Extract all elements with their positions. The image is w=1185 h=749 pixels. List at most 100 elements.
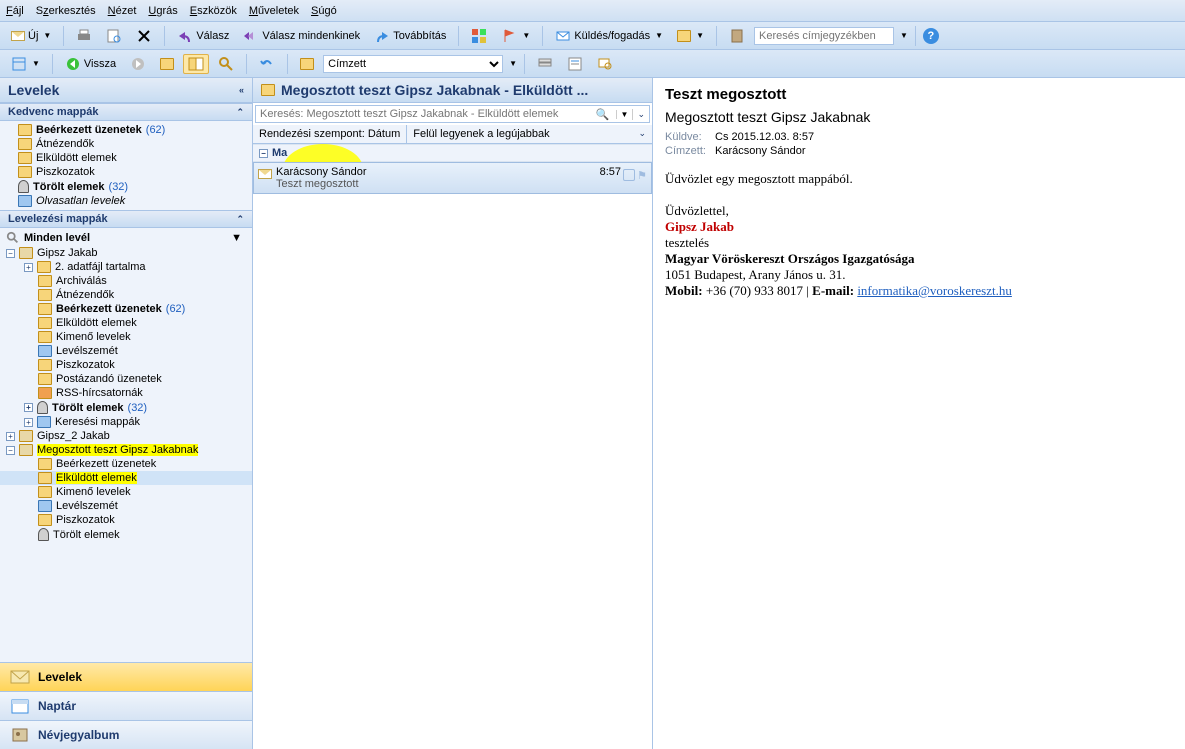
tree-review[interactable]: Átnézendők [0,288,252,302]
reading-sent: Küldve:Cs 2015.12.03. 8:57 [665,131,1173,143]
folder-tree: Minden levél▼ −Gipsz Jakab +2. adatfájl … [0,228,252,662]
message-time: 8:57 [600,166,621,178]
tree-root-gipsz[interactable]: −Gipsz Jakab [0,246,252,260]
fav-sent[interactable]: Elküldött elemek [0,151,252,165]
help-icon[interactable]: ? [923,28,939,44]
search-icon[interactable]: 🔍 [592,108,614,121]
reply-all-button[interactable]: Válasz mindenkinek [238,26,365,46]
back-button[interactable]: Vissza [60,54,121,74]
views-button[interactable]: ▼ [6,54,45,74]
shared-drafts[interactable]: Piszkozatok [0,513,252,527]
mail-icon [258,169,272,179]
tree-datafile[interactable]: +2. adatfájl tartalma [0,260,252,274]
collapse-icon[interactable]: « [239,85,244,95]
tree-inbox[interactable]: Beérkezett üzenetek (62) [0,302,252,316]
search-bar: 🔍 ▼ ⌄ [255,105,650,123]
tree-outbox[interactable]: Kimenő levelek [0,330,252,344]
fav-deleted[interactable]: Törölt elemek (32) [0,179,252,194]
message-body: Üdvözlet egy megosztott mappából. Üdvözl… [665,171,1173,299]
search-button[interactable] [592,54,618,74]
fav-review[interactable]: Átnézendők [0,137,252,151]
delete-button[interactable] [131,26,157,46]
up-button[interactable] [155,56,179,72]
main-toolbar: Új▼ Válasz Válasz mindenkinek Továbbítás… [0,22,1185,50]
tree-drafts[interactable]: Piszkozatok [0,358,252,372]
folder-up-icon [160,58,174,70]
navigation-pane: Levelek« Kedvenc mappák⌃ Beérkezett üzen… [0,78,253,749]
tree-search[interactable]: +Keresési mappák [0,415,252,429]
addressbook-search-input[interactable] [754,27,894,45]
tree-root-shared[interactable]: −Megosztott teszt Gipsz Jakabnak [0,443,252,457]
fav-drafts[interactable]: Piszkozatok [0,165,252,179]
print-preview-button[interactable] [101,26,127,46]
menu-actions[interactable]: Műveletek [249,5,299,17]
sort-by[interactable]: Rendezési szempont: Dátum [253,125,407,143]
menu-bar: Fájl Szerkesztés Nézet Ugrás Eszközök Mű… [0,0,1185,22]
message-row[interactable]: Karácsony Sándor Teszt megosztott 8:57 ⚑ [253,162,652,194]
menu-edit[interactable]: Szerkesztés [36,5,96,17]
sort-bar: Rendezési szempont: Dátum Felül legyenek… [253,125,652,144]
nav-mail[interactable]: Levelek [0,662,252,691]
fav-inbox[interactable]: Beérkezett üzenetek (62) [0,123,252,137]
flag-icon[interactable]: ⚑ [637,169,647,182]
find-button[interactable] [213,54,239,74]
forward-nav-button[interactable] [125,54,151,74]
menu-go[interactable]: Ugrás [148,5,177,17]
tree-root-gipsz2[interactable]: +Gipsz_2 Jakab [0,429,252,443]
favorites-list: Beérkezett üzenetek (62) Átnézendők Elkü… [0,121,252,210]
send-receive-button[interactable]: Küldés/fogadás▼ [550,26,668,46]
fav-unread[interactable]: Olvasatlan levelek [0,194,252,208]
shared-inbox[interactable]: Beérkezett üzenetek [0,457,252,471]
mailfolders-header[interactable]: Levelezési mappák⌃ [0,210,252,228]
move-button[interactable]: ▼ [672,28,709,44]
group-button[interactable] [532,54,558,74]
reading-recipient: Címzett:Karácsony Sándor [665,145,1173,157]
undo-button[interactable] [254,54,280,74]
nav-contacts[interactable]: Névjegyalbum [0,720,252,749]
shared-deleted[interactable]: Törölt elemek [0,527,252,542]
reading-to: Megosztott teszt Gipsz Jakabnak [665,109,1173,125]
reading-pane-button[interactable] [183,54,209,74]
shared-junk[interactable]: Levélszemét [0,499,252,513]
folder-title: Megosztott teszt Gipsz Jakabnak - Elküld… [253,78,652,103]
tree-sent[interactable]: Elküldött elemek [0,316,252,330]
print-button[interactable] [71,26,97,46]
tree-junk[interactable]: Levélszemét [0,344,252,358]
sort-order[interactable]: Felül legyenek a legújabbak⌄ [407,125,652,143]
search-options[interactable]: ▼ [616,110,633,119]
message-from: Karácsony Sándor [276,166,645,178]
mail-icon [11,31,25,41]
addressbook-button[interactable] [724,26,750,46]
autopreview-button[interactable] [562,54,588,74]
tree-tosend[interactable]: Postázandó üzenetek [0,372,252,386]
shared-outbox[interactable]: Kimenő levelek [0,485,252,499]
shared-sent[interactable]: Elküldött elemek [0,471,252,485]
all-mail-row[interactable]: Minden levél▼ [0,230,252,246]
menu-view[interactable]: Nézet [108,5,137,17]
menu-help[interactable]: Súgó [311,5,337,17]
followup-button[interactable]: ▼ [496,26,535,46]
category-icon[interactable] [623,169,635,181]
folder-search-input[interactable] [256,106,592,122]
nav-buttons: Levelek Naptár Névjegyalbum [0,662,252,749]
email-link[interactable]: informatika@voroskereszt.hu [857,283,1012,298]
tree-deleted[interactable]: +Törölt elemek (32) [0,400,252,415]
menu-file[interactable]: Fájl [6,5,24,17]
menu-tools[interactable]: Eszközök [190,5,237,17]
tree-rss[interactable]: RSS-hírcsatornák [0,386,252,400]
favorites-header[interactable]: Kedvenc mappák⌃ [0,103,252,121]
search-dropdown[interactable]: ▼ [900,31,908,40]
new-button[interactable]: Új▼ [6,28,56,44]
tree-archive[interactable]: Archiválás [0,274,252,288]
folder-icon [677,30,691,42]
nav-calendar[interactable]: Naptár [0,691,252,720]
reading-subject: Teszt megosztott [665,86,1173,103]
rules-button[interactable] [295,56,319,72]
reply-button[interactable]: Válasz [172,26,234,46]
field-select[interactable]: Címzett [323,55,503,73]
folder-icon [300,58,314,70]
nav-pane-header: Levelek« [0,78,252,103]
forward-button[interactable]: Továbbítás [369,26,451,46]
categories-button[interactable] [466,26,492,46]
search-expand[interactable]: ⌄ [632,109,649,120]
